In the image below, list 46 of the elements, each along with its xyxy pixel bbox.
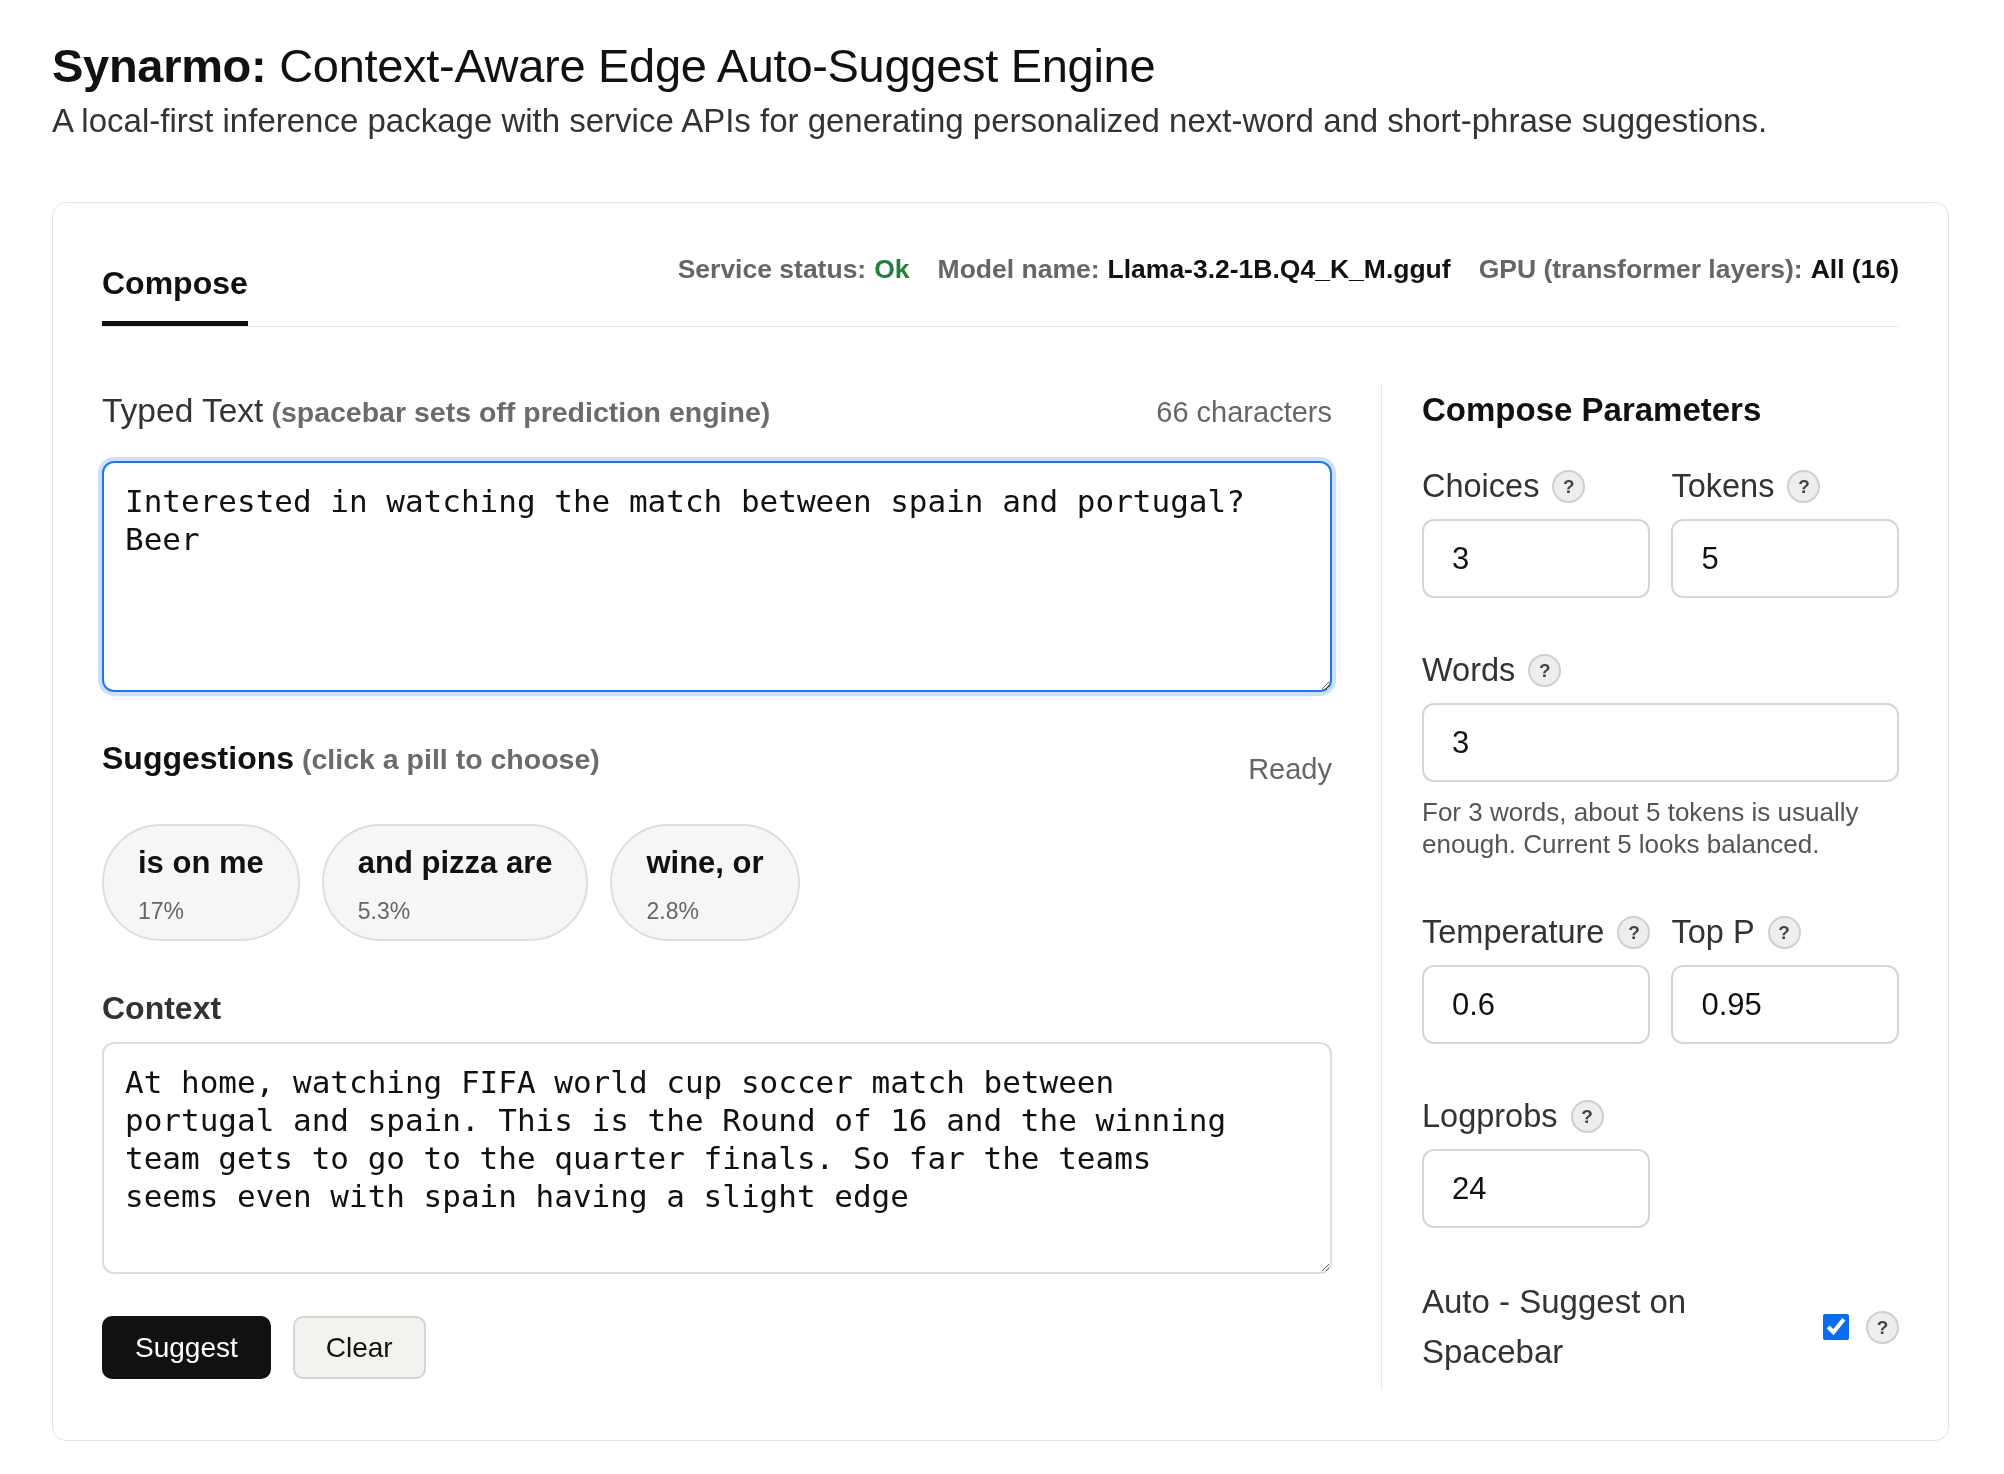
suggestion-pill[interactable]: and pizza are 5.3% — [321, 824, 589, 941]
number-input[interactable]: 5 — [1671, 519, 1899, 598]
field-label: Temperature — [1422, 913, 1605, 952]
context-input[interactable]: At home, watching FIFA world cup soccer match between portugal and spain. This is the Round of 16 and the winning team gets to go to the quarter finals. So far the teams seems even with spain having a slight edge — [102, 1042, 1332, 1274]
suggestion-pill[interactable]: wine, or 2.8% — [610, 824, 800, 941]
section-heading: Context — [102, 989, 223, 1028]
status-value: Llama-3.2-1B.Q4_K_M.gguf — [1107, 253, 1451, 285]
field-hint: (spacebar sets off prediction engine) — [271, 395, 771, 430]
field-label: Logprobs — [1422, 1097, 1558, 1136]
section-heading: Compose Parameters — [1422, 390, 1763, 430]
field-hint: (click a pill to choose) — [302, 742, 600, 777]
suggestion-pill[interactable]: is on me 17% — [102, 824, 300, 941]
help-button[interactable]: ? — [1866, 1310, 1899, 1344]
page-subtitle: A local-first inference package with service APIs for generating personalized next-word and short-phrase suggestions. — [52, 103, 1769, 139]
help-button[interactable]: ? — [1767, 915, 1801, 949]
text-input[interactable]: Interested in watching the match between spain and portugal? Beer — [102, 461, 1332, 692]
help-button[interactable]: ? — [1528, 653, 1562, 687]
help-button[interactable]: ? — [1552, 469, 1586, 503]
page-title: Synarmo: Context-Aware Edge Auto-Suggest Engine — [52, 39, 1157, 93]
secondary-button[interactable]: Clear — [292, 1316, 426, 1379]
status-value: Ok — [874, 253, 910, 285]
help-button[interactable]: ? — [1617, 915, 1651, 949]
status-text: Ready — [1248, 752, 1332, 787]
number-input[interactable]: 3 — [1422, 519, 1651, 598]
tab[interactable]: Compose — [102, 263, 248, 326]
field-label: Top P — [1671, 913, 1755, 952]
field-label: Tokens — [1671, 467, 1775, 506]
section-heading: Suggestions — [102, 739, 294, 778]
primary-button[interactable]: Suggest — [102, 1316, 271, 1379]
field-label: Typed Text — [102, 391, 264, 431]
field-hint: For 3 words, about 5 tokens is usually enough. Current 5 looks balanced. — [1422, 796, 1860, 860]
status-label: Service status: — [677, 253, 867, 285]
help-button[interactable]: ? — [1787, 469, 1821, 503]
help-button[interactable]: ? — [1570, 1099, 1604, 1133]
status-value: All (16) — [1810, 253, 1899, 285]
field-label: Choices — [1422, 467, 1540, 506]
checkbox-label: Auto - Suggest on Spacebar — [1422, 1282, 1688, 1372]
number-input[interactable]: 3 — [1422, 703, 1899, 782]
checkbox[interactable] — [1823, 1314, 1849, 1340]
field-label: Words — [1422, 651, 1516, 690]
number-input[interactable]: 0.6 — [1422, 965, 1651, 1044]
number-input[interactable]: 24 — [1422, 1149, 1651, 1228]
status-label: Model name: — [937, 253, 1100, 285]
character-count: 66 characters — [1156, 395, 1332, 430]
status-label: GPU (transformer layers): — [1478, 253, 1803, 285]
number-input[interactable]: 0.95 — [1671, 965, 1899, 1044]
